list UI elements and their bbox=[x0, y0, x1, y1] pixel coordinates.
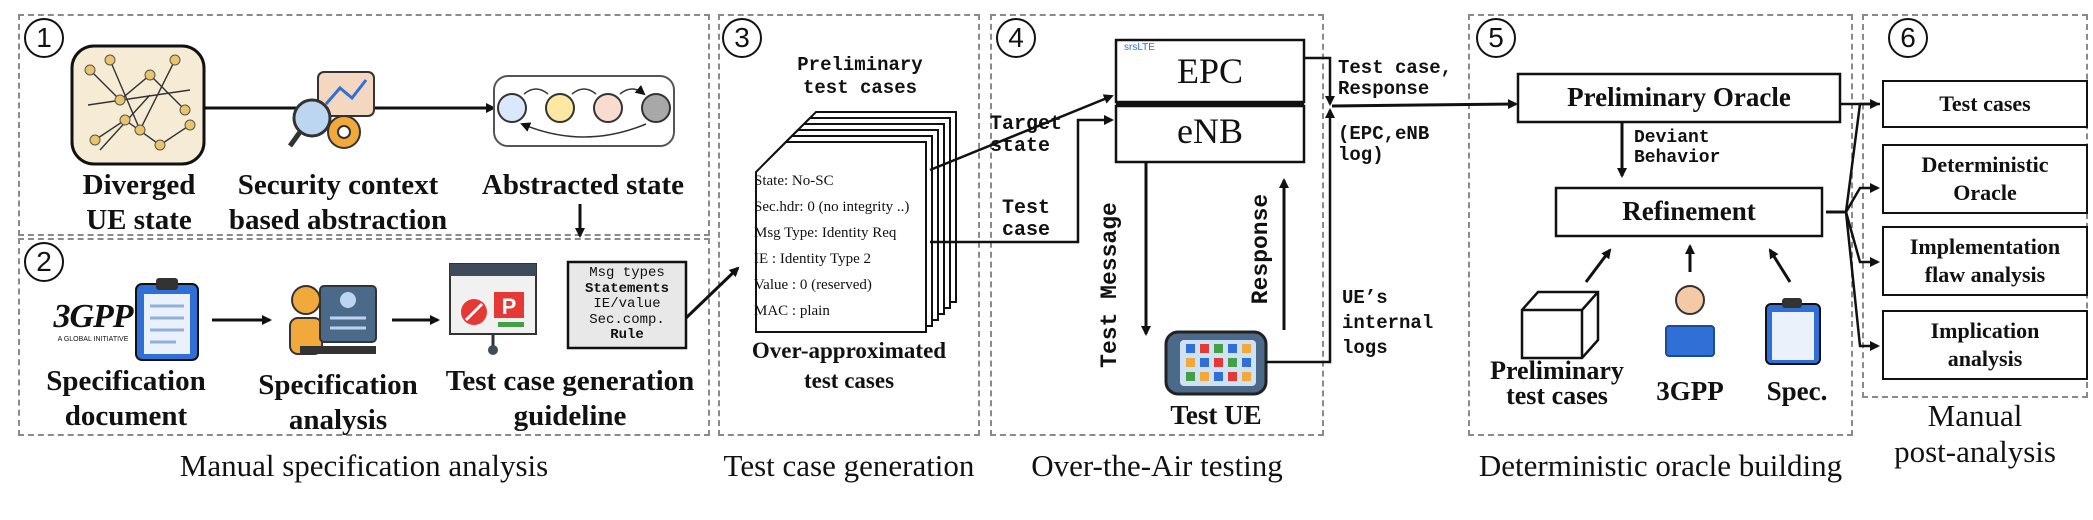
presentation-board-icon: P bbox=[449, 263, 537, 355]
prelim-stack-icon bbox=[1520, 290, 1600, 360]
phone-icon bbox=[1164, 330, 1268, 396]
target-state-label: Target state bbox=[990, 113, 1063, 158]
spec-clipboard-icon bbox=[1765, 298, 1821, 365]
security-context-icon bbox=[287, 71, 375, 149]
deviant-behavior-label: Deviant Behavior bbox=[1634, 128, 1721, 168]
test-case-label: Test case bbox=[1002, 197, 1051, 242]
implication-analysis-box: Implication analysis bbox=[1882, 310, 2088, 380]
caption-ota-testing: Over-the-Air testing bbox=[1031, 448, 1283, 483]
prelim-test-cases-label: Preliminary test cases bbox=[1490, 356, 1624, 410]
test-case-response-label: Test case, Response bbox=[1338, 57, 1453, 100]
caption-oracle-building: Deterministic oracle building bbox=[1478, 448, 1843, 483]
svg-text:P: P bbox=[502, 294, 517, 319]
arrow-to-oracle bbox=[1331, 99, 1518, 110]
over-approximated-label: Over-approximated test cases bbox=[751, 338, 947, 393]
arrow-rule-to-testcases bbox=[684, 266, 740, 320]
enb-label: eNB bbox=[1177, 111, 1243, 151]
spec-label: Spec. bbox=[1766, 376, 1828, 406]
card-line-msgtype: Msg Type: Identity Req bbox=[754, 225, 897, 241]
test-message-label: Test Message bbox=[1097, 202, 1123, 368]
caption-manual-spec: Manual specification analysis bbox=[179, 448, 549, 483]
epc-enb-log-label: (EPC,eNB log) bbox=[1338, 123, 1430, 166]
refinement-label: Refinement bbox=[1622, 196, 1756, 226]
3gpp-label: 3GPP bbox=[1656, 376, 1724, 406]
preliminary-oracle-label: Preliminary Oracle bbox=[1567, 82, 1791, 112]
ue-internal-logs-label: UE’s internal logs bbox=[1342, 287, 1434, 359]
card-line-ie: IE : Identity Type 2 bbox=[754, 251, 871, 267]
analyst-computer-icon bbox=[289, 285, 377, 355]
test-case-card: State: No-SC Sec.hdr: 0 (no integrity ..… bbox=[744, 168, 926, 328]
spec-analysis-label: Specification analysis bbox=[258, 369, 418, 436]
epc-label: EPC bbox=[1176, 51, 1244, 91]
card-line-mac: MAC : plain bbox=[754, 303, 830, 319]
3gpp-logo: 3GPP A GLOBAL INITIATIVE bbox=[53, 298, 133, 343]
deterministic-oracle-box: Deterministic Oracle bbox=[1882, 144, 2088, 214]
security-abstraction-label: Security context based abstraction bbox=[228, 169, 448, 236]
guideline-label: Test case generation guideline bbox=[445, 365, 695, 432]
test-cases-box: Test cases bbox=[1882, 80, 2088, 128]
caption-test-case-generation: Test case generation bbox=[723, 448, 975, 483]
document-clipboard-icon bbox=[135, 278, 199, 361]
person-icon bbox=[1665, 285, 1715, 357]
abstracted-state-icon bbox=[493, 75, 675, 147]
caption-post-analysis: Manual post-analysis bbox=[1894, 398, 2056, 469]
card-line-value: Value : 0 (reserved) bbox=[754, 277, 872, 293]
abstracted-state-label: Abstracted state bbox=[481, 169, 685, 201]
test-ue-label: Test UE bbox=[1170, 400, 1262, 430]
rule-box-text: Msg types Statements IE/value Sec.comp. … bbox=[584, 265, 669, 343]
card-line-state: State: No-SC bbox=[754, 173, 834, 189]
preliminary-test-cases-label: Preliminary test cases bbox=[797, 54, 923, 99]
spec-document-label: Specification document bbox=[46, 365, 206, 432]
diverged-ue-state-label: Diverged UE state bbox=[82, 169, 196, 236]
diverged-state-icon bbox=[70, 44, 206, 166]
response-label: Response bbox=[1248, 193, 1274, 305]
diagram-graphics: P bbox=[70, 38, 1880, 396]
implementation-flaw-box: Implementation flaw analysis bbox=[1882, 226, 2088, 296]
card-line-sechdr: Sec.hdr: 0 (no integrity ..) bbox=[754, 199, 910, 215]
